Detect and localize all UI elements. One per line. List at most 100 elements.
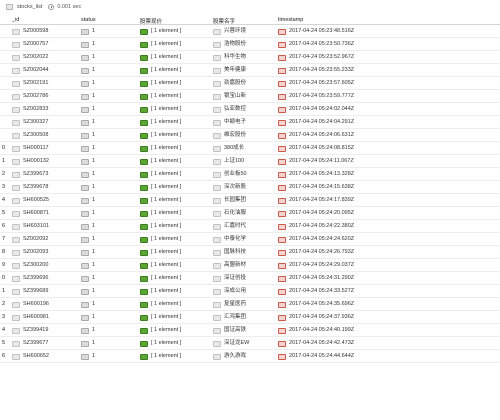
cell-price[interactable]: [ 1 element ]: [140, 197, 181, 204]
cell-price[interactable]: [ 1 element ]: [140, 327, 181, 334]
cell-id[interactable]: SH600652: [12, 353, 49, 360]
cell-status[interactable]: 1: [81, 67, 95, 74]
cell-price[interactable]: [ 1 element ]: [140, 236, 181, 243]
cell-id[interactable]: SZ002092: [12, 236, 48, 243]
collection-name[interactable]: stocks_list: [17, 4, 42, 10]
cell-status[interactable]: 1: [81, 340, 95, 347]
cell-price[interactable]: [ 1 element ]: [140, 132, 181, 139]
cell-price[interactable]: [ 1 element ]: [140, 184, 181, 191]
cell-price[interactable]: [ 1 element ]: [140, 210, 181, 217]
cell-status[interactable]: 1: [81, 249, 95, 256]
cell-status[interactable]: 1: [81, 171, 95, 178]
cell-status[interactable]: 1: [81, 80, 95, 87]
cell-name[interactable]: 国证高铁: [213, 327, 246, 334]
table-row[interactable]: 0 SZ399696 1 [ 1 element ] 深证创投 2017-04-24 05…: [0, 272, 500, 285]
cell-name[interactable]: 中颖电子: [213, 119, 246, 126]
cell-name[interactable]: 汇鸿集团: [213, 314, 246, 321]
cell-name[interactable]: 兴蓉环境: [213, 28, 246, 35]
cell-timestamp[interactable]: 2017-04-24 05:23:55.233Z: [278, 67, 354, 74]
cell-name[interactable]: 高盟新材: [213, 262, 246, 269]
table-row[interactable]: 5 SH600871 1 [ 1 element ] 石化油服 2017-04-24 05…: [0, 207, 500, 220]
cell-id[interactable]: SZ300200: [12, 262, 48, 269]
cell-timestamp[interactable]: 2017-04-24 05:24:13.328Z: [278, 171, 354, 178]
cell-timestamp[interactable]: 2017-04-24 05:24:37.936Z: [278, 314, 354, 321]
cell-price[interactable]: [ 1 element ]: [140, 54, 181, 61]
cell-id[interactable]: SZ002093: [12, 249, 48, 256]
column-header-price[interactable]: 股票现价: [140, 17, 162, 25]
cell-timestamp[interactable]: 2017-04-24 05:24:08.815Z: [278, 145, 354, 152]
cell-name[interactable]: 深次新股: [213, 184, 246, 191]
cell-price[interactable]: [ 1 element ]: [140, 106, 181, 113]
cell-timestamp[interactable]: 2017-04-24 05:24:33.527Z: [278, 288, 354, 295]
table-row[interactable]: 0 SH000117 1 [ 1 element ] 380成长 2017-04-24 0…: [0, 142, 500, 155]
cell-timestamp[interactable]: 2017-04-24 05:24:22.380Z: [278, 223, 354, 230]
cell-name[interactable]: 深证龙EW: [213, 340, 249, 347]
cell-name[interactable]: 380成长: [213, 145, 244, 152]
cell-name[interactable]: 上证100: [213, 158, 244, 165]
cell-id[interactable]: SZ300508: [12, 132, 48, 139]
cell-id[interactable]: SZ399419: [12, 327, 48, 334]
table-row[interactable]: 4 SZ399419 1 [ 1 element ] 国证高铁 2017-04-24 05…: [0, 324, 500, 337]
cell-name[interactable]: 国脉科技: [213, 249, 246, 256]
column-header-name[interactable]: 股票名字: [213, 17, 235, 25]
table-row[interactable]: 8 SZ002093 1 [ 1 element ] 国脉科技 2017-04-24 05…: [0, 246, 500, 259]
table-row[interactable]: 3 SH600981 1 [ 1 element ] 汇鸿集团 2017-04-24 05…: [0, 311, 500, 324]
cell-id[interactable]: SZ399673: [12, 171, 48, 178]
cell-id[interactable]: SZ000598: [12, 28, 48, 35]
cell-id[interactable]: SH000132: [12, 158, 49, 165]
cell-status[interactable]: 1: [81, 119, 95, 126]
cell-timestamp[interactable]: 2017-04-24 05:24:24.620Z: [278, 236, 354, 243]
cell-name[interactable]: 游久游戏: [213, 353, 246, 360]
cell-status[interactable]: 1: [81, 314, 95, 321]
cell-price[interactable]: [ 1 element ]: [140, 41, 181, 48]
table-row[interactable]: 7 SZ002092 1 [ 1 element ] 中泰化学 2017-04-24 05…: [0, 233, 500, 246]
cell-name[interactable]: 美年健康: [213, 67, 246, 74]
cell-price[interactable]: [ 1 element ]: [140, 119, 181, 126]
table-row[interactable]: 2 SH600196 1 [ 1 element ] 复星医药 2017-04-24 05…: [0, 298, 500, 311]
cell-price[interactable]: [ 1 element ]: [140, 353, 181, 360]
cell-id[interactable]: SZ399689: [12, 288, 48, 295]
cell-name[interactable]: 劲嘉股份: [213, 80, 246, 87]
cell-price[interactable]: [ 1 element ]: [140, 67, 181, 74]
cell-id[interactable]: SH000117: [12, 145, 49, 152]
column-header-status[interactable]: status: [81, 17, 96, 23]
table-row[interactable]: 3 SZ399678 1 [ 1 element ] 深次新股 2017-04-24 05…: [0, 181, 500, 194]
cell-timestamp[interactable]: 2017-04-24 05:24:06.631Z: [278, 132, 354, 139]
cell-price[interactable]: [ 1 element ]: [140, 28, 181, 35]
table-row[interactable]: 4 SH600525 1 [ 1 element ] 长园集团 2017-04-24 05…: [0, 194, 500, 207]
cell-timestamp[interactable]: 2017-04-24 05:24:26.793Z: [278, 249, 354, 256]
cell-status[interactable]: 1: [81, 41, 95, 48]
cell-name[interactable]: 汇嘉时代: [213, 223, 246, 230]
table-row[interactable]: 5 SZ399677 1 [ 1 element ] 深证龙EW 2017-04-24 0…: [0, 337, 500, 350]
cell-status[interactable]: 1: [81, 210, 95, 217]
cell-id[interactable]: SZ399677: [12, 340, 48, 347]
cell-timestamp[interactable]: 2017-04-24 05:24:35.696Z: [278, 301, 354, 308]
cell-name[interactable]: 浩物股份: [213, 41, 246, 48]
cell-price[interactable]: [ 1 element ]: [140, 145, 181, 152]
cell-timestamp[interactable]: 2017-04-24 05:24:11.067Z: [278, 158, 354, 165]
cell-id[interactable]: SZ300327: [12, 119, 48, 126]
cell-name[interactable]: 创业板50: [213, 171, 247, 178]
table-row[interactable]: SZ000757 1 [ 1 element ] 浩物股份 2017-04-24 05:…: [0, 38, 500, 51]
cell-status[interactable]: 1: [81, 145, 95, 152]
table-row[interactable]: 1 SZ399689 1 [ 1 element ] 深成公用 2017-04-24 05…: [0, 285, 500, 298]
table-row[interactable]: SZ002044 1 [ 1 element ] 美年健康 2017-04-24 05:…: [0, 64, 500, 77]
cell-name[interactable]: 中泰化学: [213, 236, 246, 243]
table-row[interactable]: 6 SH603101 1 [ 1 element ] 汇嘉时代 2017-04-24 05…: [0, 220, 500, 233]
cell-timestamp[interactable]: 2017-04-24 05:24:44.644Z: [278, 353, 354, 360]
cell-status[interactable]: 1: [81, 93, 95, 100]
cell-price[interactable]: [ 1 element ]: [140, 171, 181, 178]
cell-id[interactable]: SZ399696: [12, 275, 48, 282]
table-row[interactable]: SZ300508 1 [ 1 element ] 维宏股份 2017-04-24 05:…: [0, 129, 500, 142]
cell-name[interactable]: 深证创投: [213, 275, 246, 282]
cell-price[interactable]: [ 1 element ]: [140, 314, 181, 321]
cell-status[interactable]: 1: [81, 236, 95, 243]
cell-name[interactable]: 银宝山新: [213, 93, 246, 100]
cell-timestamp[interactable]: 2017-04-24 05:23:48.516Z: [278, 28, 354, 35]
cell-timestamp[interactable]: 2017-04-24 05:24:20.095Z: [278, 210, 354, 217]
table-row[interactable]: SZ002191 1 [ 1 element ] 劲嘉股份 2017-04-24 05:…: [0, 77, 500, 90]
cell-name[interactable]: 长园集团: [213, 197, 246, 204]
cell-timestamp[interactable]: 2017-04-24 05:24:29.037Z: [278, 262, 354, 269]
cell-name[interactable]: 复星医药: [213, 301, 246, 308]
table-row[interactable]: SZ002786 1 [ 1 element ] 银宝山新 2017-04-24 05:…: [0, 90, 500, 103]
